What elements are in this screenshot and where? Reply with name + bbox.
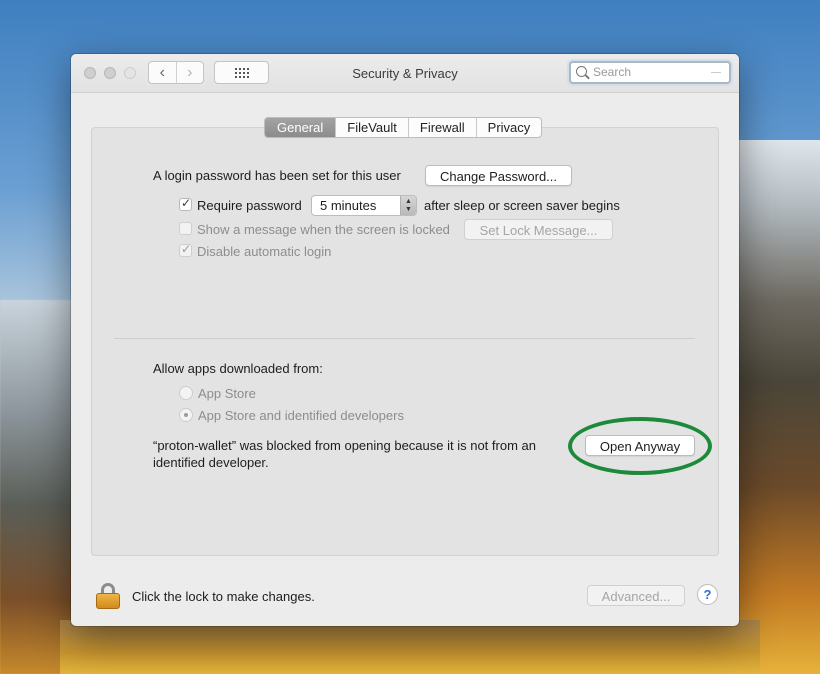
- require-password-checkbox[interactable]: [179, 196, 192, 211]
- show-message-label: Show a message when the screen is locked: [197, 222, 450, 237]
- disable-auto-login-checkbox[interactable]: [179, 242, 192, 257]
- tab-firewall[interactable]: Firewall: [407, 118, 476, 137]
- require-password-label: Require password: [197, 198, 302, 213]
- tab-privacy[interactable]: Privacy: [475, 118, 542, 137]
- open-anyway-button[interactable]: Open Anyway: [585, 435, 695, 456]
- search-placeholder: Search: [593, 65, 632, 79]
- require-password-delay-select[interactable]: 5 minutes ▲ ▼: [311, 195, 417, 216]
- tab-general[interactable]: General: [265, 118, 336, 137]
- after-sleep-text: after sleep or screen saver begins: [424, 198, 620, 213]
- desktop-wallpaper-right: [735, 140, 820, 674]
- advanced-button[interactable]: Advanced...: [587, 585, 685, 606]
- desktop-wallpaper-bottom: [60, 620, 760, 674]
- set-lock-message-button[interactable]: Set Lock Message...: [464, 219, 613, 240]
- login-password-text: A login password has been set for this u…: [153, 168, 401, 183]
- lock-text: Click the lock to make changes.: [132, 589, 315, 604]
- identified-developers-radio[interactable]: [179, 408, 193, 422]
- allow-apps-text: Allow apps downloaded from:: [153, 361, 323, 376]
- tab-bar: General FileVault Firewall Privacy: [264, 117, 543, 138]
- lock-body: [96, 593, 120, 609]
- identified-developers-label: App Store and identified developers: [198, 408, 404, 423]
- security-privacy-window: ‹ › Security & Privacy Search General Fi…: [71, 54, 739, 626]
- show-message-checkbox[interactable]: [179, 222, 192, 235]
- app-store-radio[interactable]: [179, 386, 193, 400]
- change-password-button[interactable]: Change Password...: [425, 165, 572, 186]
- search-clear-indicator: [711, 72, 721, 73]
- app-store-label: App Store: [198, 386, 256, 401]
- blocked-message-line1: “proton-wallet” was blocked from opening…: [153, 438, 536, 453]
- require-password-delay-value: 5 minutes: [320, 198, 377, 213]
- search-icon: [576, 66, 587, 77]
- tab-filevault[interactable]: FileVault: [335, 118, 408, 137]
- settings-panel: [91, 127, 719, 556]
- title-bar: ‹ › Security & Privacy Search: [71, 54, 739, 93]
- lock-icon[interactable]: [96, 583, 120, 609]
- section-divider: [114, 338, 695, 339]
- search-field[interactable]: Search: [569, 61, 731, 84]
- help-button[interactable]: ?: [697, 584, 718, 605]
- disable-auto-login-label: Disable automatic login: [197, 244, 332, 259]
- up-down-arrows-icon: ▲ ▼: [400, 196, 416, 215]
- blocked-message-line2: identified developer.: [153, 455, 269, 470]
